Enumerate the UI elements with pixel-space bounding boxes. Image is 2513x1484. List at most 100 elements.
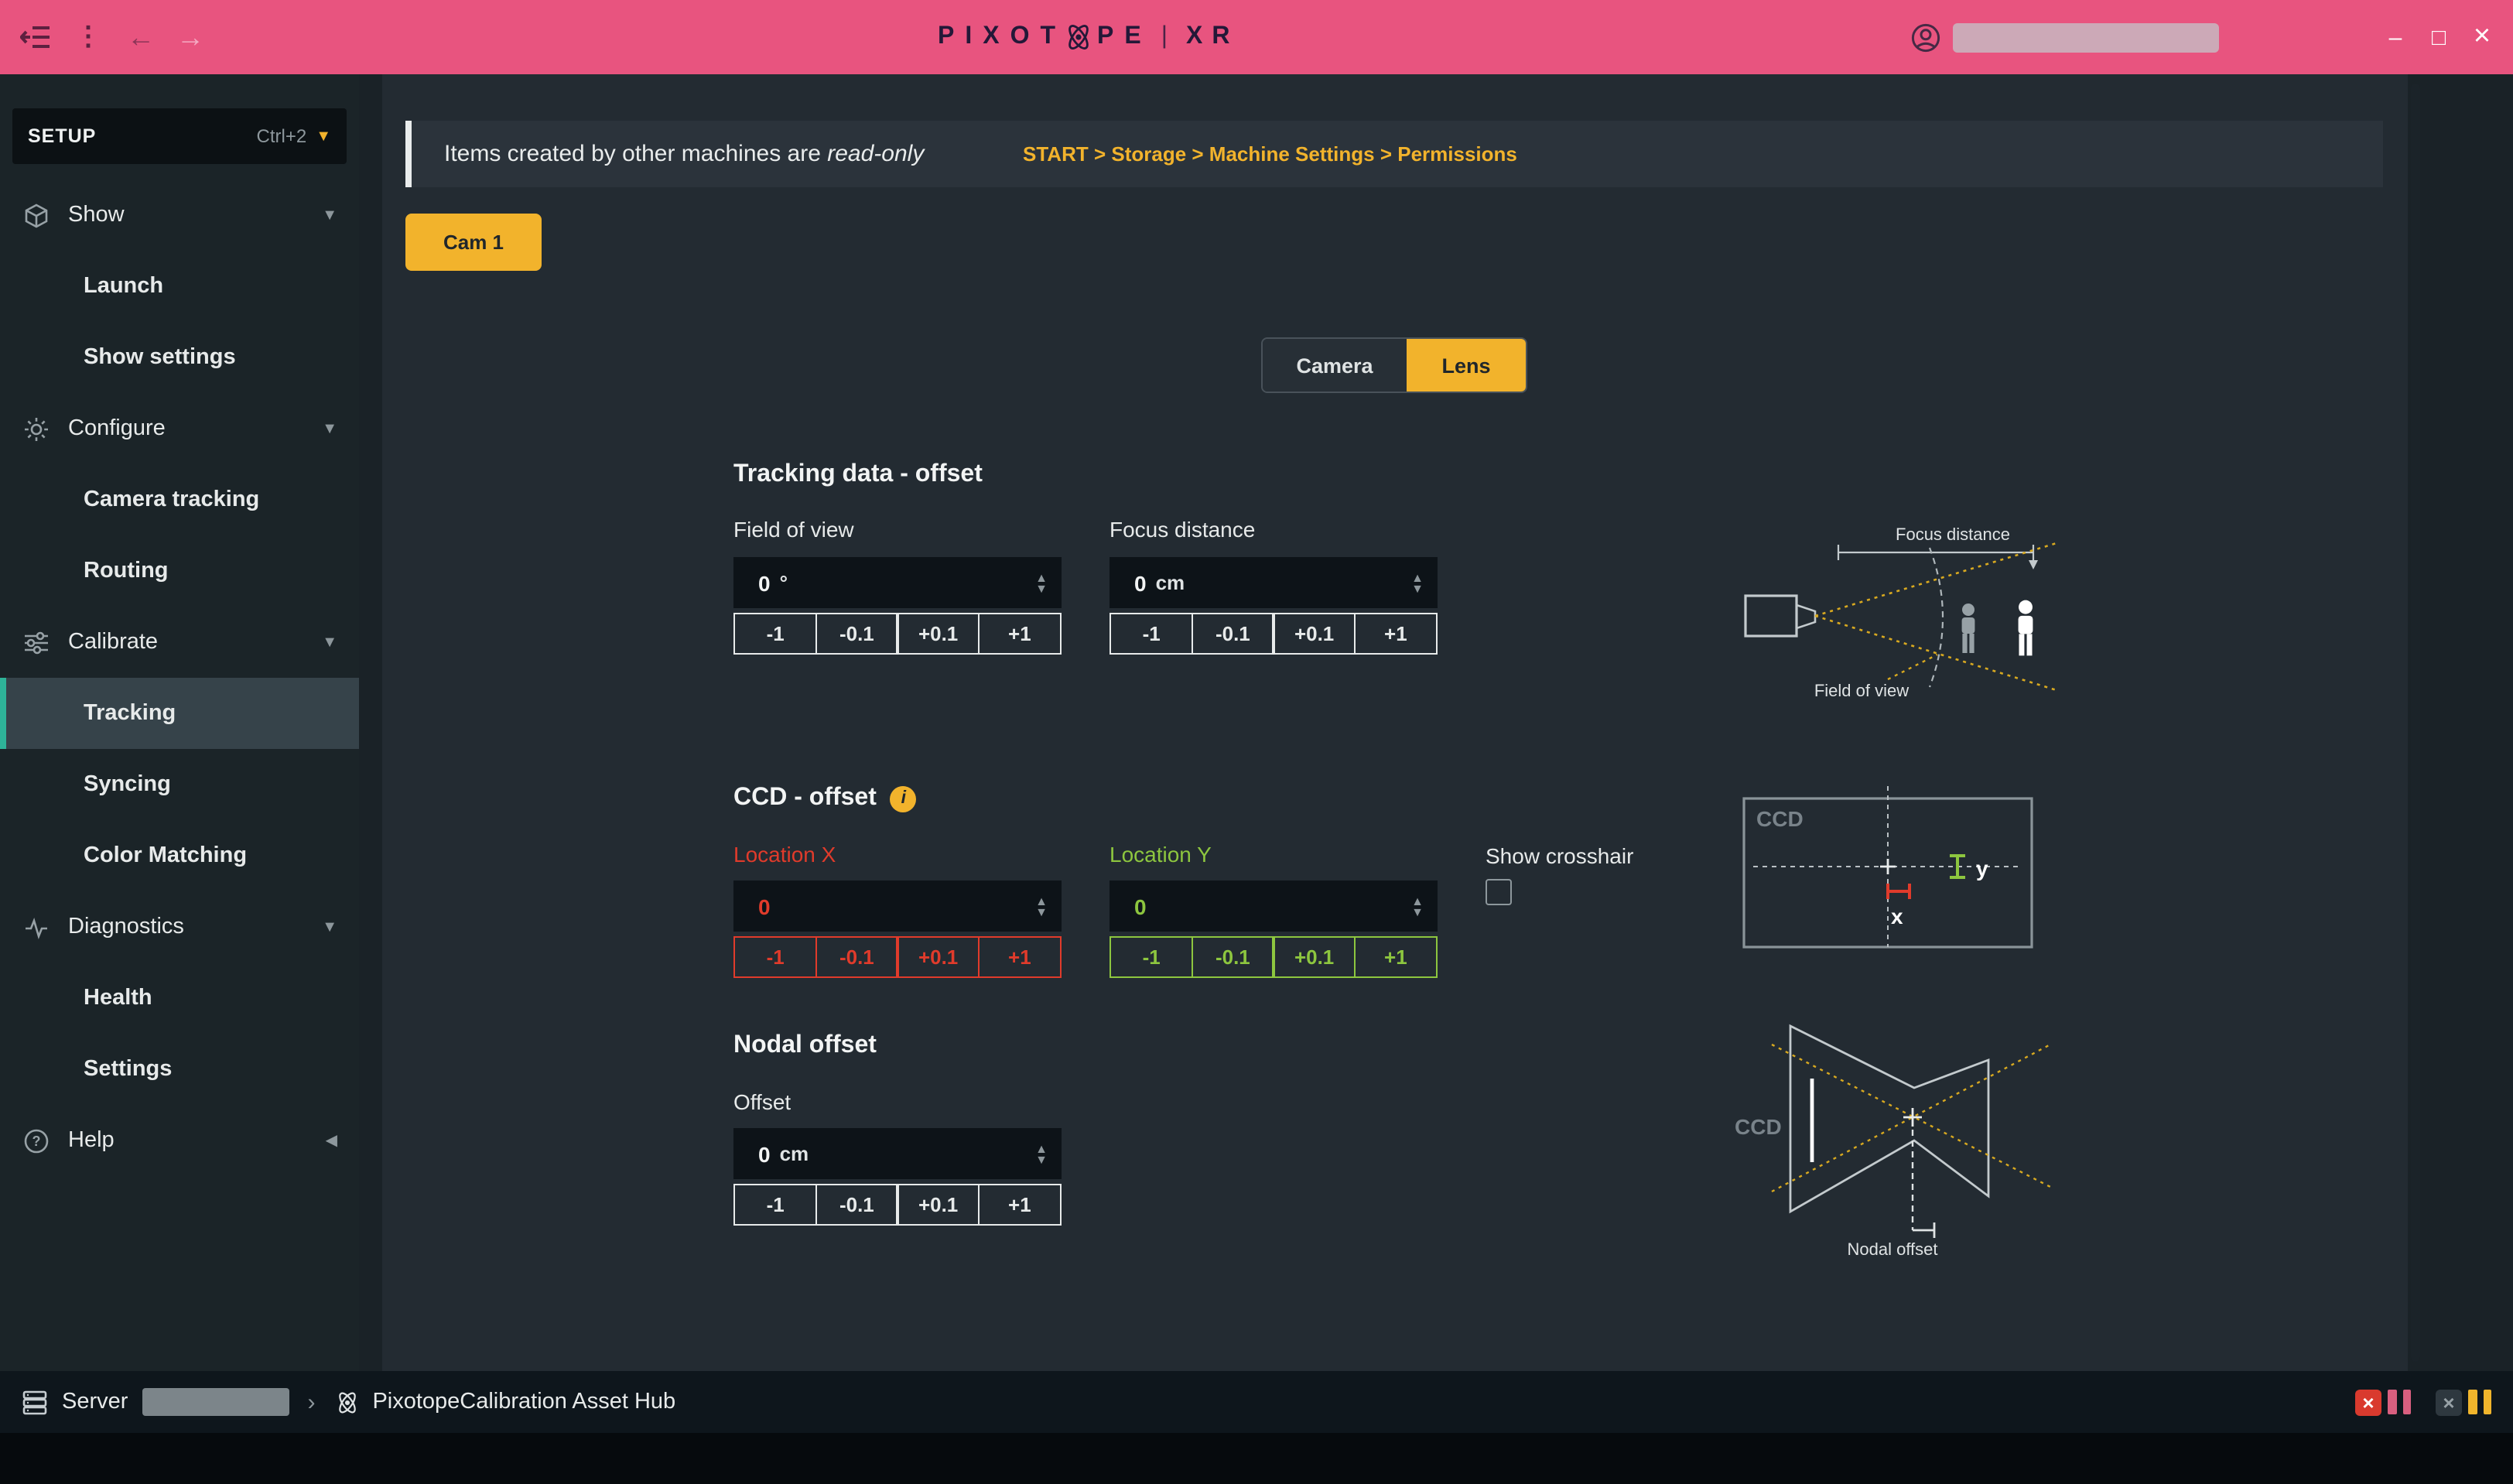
- person-white-icon: [2019, 600, 2033, 656]
- tab-camera[interactable]: Camera: [1263, 339, 1407, 392]
- scrollbar[interactable]: [2411, 84, 2420, 1362]
- step-plus-01-button[interactable]: +0.1: [897, 936, 980, 978]
- sidebar-item-launch[interactable]: Launch: [0, 251, 359, 322]
- step-plus-01-button[interactable]: +0.1: [1273, 613, 1356, 655]
- chevron-down-icon: ▼: [316, 128, 331, 145]
- sidebar-item-configure[interactable]: Configure ▼: [0, 393, 359, 464]
- chevron-right-icon: ›: [307, 1389, 315, 1415]
- step-minus-01-button[interactable]: -0.1: [815, 613, 898, 655]
- sidebar-item-help[interactable]: ? Help ◀: [0, 1105, 359, 1176]
- step-minus-1-button[interactable]: -1: [733, 613, 817, 655]
- show-icon: [22, 201, 50, 229]
- sidebar-collapse-icon[interactable]: [12, 0, 59, 74]
- window-controls: – □ ×: [2374, 0, 2504, 74]
- show-crosshair-checkbox[interactable]: [1486, 879, 1512, 905]
- forward-arrow-icon[interactable]: →: [167, 0, 214, 74]
- minimize-button[interactable]: –: [2374, 0, 2417, 74]
- location-x-input[interactable]: 0 ▲▼: [733, 880, 1062, 932]
- focus-distance-value: 0: [1134, 570, 1147, 595]
- step-minus-01-button[interactable]: -0.1: [1191, 613, 1274, 655]
- spinner[interactable]: ▲▼: [1035, 895, 1048, 917]
- asset-hub-label[interactable]: PixotopeCalibration Asset Hub: [372, 1390, 675, 1414]
- logo-text-right: PE: [1097, 23, 1152, 51]
- location-y-input[interactable]: 0 ▲▼: [1109, 880, 1438, 932]
- breadcrumb[interactable]: START > Storage > Machine Settings > Per…: [1023, 142, 1517, 166]
- user-icon: [1911, 22, 1940, 52]
- nodal-offset-value: 0: [758, 1141, 771, 1166]
- spinner[interactable]: ▲▼: [1411, 572, 1424, 593]
- engine-stopped-icon-2[interactable]: ×: [2436, 1389, 2462, 1415]
- tab-lens[interactable]: Lens: [1407, 339, 1526, 392]
- cam1-button[interactable]: Cam 1: [405, 214, 542, 271]
- sidebar-item-label: Camera tracking: [84, 487, 259, 512]
- sidebar-item-routing[interactable]: Routing: [0, 535, 359, 607]
- window-bottom-edge: [0, 1433, 2513, 1484]
- step-plus-1-button[interactable]: +1: [1354, 936, 1438, 978]
- gear-icon: [22, 415, 50, 443]
- close-button[interactable]: ×: [2460, 0, 2504, 74]
- step-plus-1-button[interactable]: +1: [978, 613, 1062, 655]
- step-minus-1-button[interactable]: -1: [1109, 936, 1193, 978]
- step-minus-1-button[interactable]: -1: [733, 936, 817, 978]
- sidebar-item-label: Settings: [84, 1057, 172, 1082]
- atom-icon: [333, 1389, 360, 1415]
- spinner[interactable]: ▲▼: [1035, 572, 1048, 593]
- logo-text-left: PIXOT: [938, 23, 1066, 51]
- back-arrow-icon[interactable]: ←: [118, 0, 164, 74]
- sidebar-item-settings[interactable]: Settings: [0, 1034, 359, 1105]
- setup-mode-selector[interactable]: SETUP Ctrl+2 ▼: [12, 108, 347, 164]
- engine-stopped-icon[interactable]: ×: [2355, 1389, 2381, 1415]
- location-y-label: Location Y: [1109, 842, 1212, 867]
- main-area: Items created by other machines are read…: [359, 74, 2513, 1371]
- sidebar-item-health[interactable]: Health: [0, 963, 359, 1034]
- sidebar-item-tracking[interactable]: Tracking: [0, 678, 359, 749]
- maximize-button[interactable]: □: [2417, 0, 2460, 74]
- ccd-diagram-label: CCD: [1756, 807, 1804, 831]
- sidebar-item-show[interactable]: Show ▼: [0, 180, 359, 251]
- title-bar: ⋮ ← → PIXOT PE | XR – □ ×: [0, 0, 2513, 74]
- server-name-redacted: [142, 1388, 289, 1416]
- step-plus-01-button[interactable]: +0.1: [1273, 936, 1356, 978]
- step-plus-1-button[interactable]: +1: [978, 1184, 1062, 1226]
- sidebar-item-color-matching[interactable]: Color Matching: [0, 820, 359, 891]
- x-axis-label: x: [1891, 904, 1903, 928]
- pixotope-window: ⋮ ← → PIXOT PE | XR – □ ×: [0, 0, 2513, 1484]
- nodal-offset-steppers: -1 -0.1 +0.1 +1: [733, 1184, 1062, 1226]
- status-bar-pink-2: [2402, 1390, 2411, 1414]
- step-minus-1-button[interactable]: -1: [1109, 613, 1193, 655]
- server-label[interactable]: Server: [62, 1390, 128, 1414]
- step-minus-01-button[interactable]: -0.1: [815, 936, 898, 978]
- step-plus-1-button[interactable]: +1: [1354, 613, 1438, 655]
- step-plus-1-button[interactable]: +1: [978, 936, 1062, 978]
- sidebar-item-camera-tracking[interactable]: Camera tracking: [0, 464, 359, 535]
- user-account[interactable]: [1911, 0, 2219, 74]
- chevron-down-icon: ▼: [322, 634, 337, 651]
- y-axis-label: y: [1976, 857, 1988, 880]
- focus-distance-unit: cm: [1156, 571, 1185, 594]
- diagnostics-icon: [22, 913, 50, 941]
- step-minus-01-button[interactable]: -0.1: [1191, 936, 1274, 978]
- status-bar-gold-2: [2483, 1390, 2491, 1414]
- camera-lens-toggle: Camera Lens: [1261, 337, 1527, 393]
- nodal-offset-diagram: CCD Nodal offset: [1725, 1014, 2066, 1269]
- spinner[interactable]: ▲▼: [1411, 895, 1424, 917]
- sidebar-item-label: Health: [84, 986, 152, 1010]
- info-icon[interactable]: i: [891, 785, 917, 812]
- readonly-notification: Items created by other machines are read…: [405, 121, 2383, 187]
- sidebar-item-show-settings[interactable]: Show settings: [0, 322, 359, 393]
- sidebar: SETUP Ctrl+2 ▼ Show ▼ Launch Show settin…: [0, 74, 359, 1371]
- step-minus-1-button[interactable]: -1: [733, 1184, 817, 1226]
- field-of-view-input[interactable]: 0 ° ▲▼: [733, 557, 1062, 608]
- sidebar-item-syncing[interactable]: Syncing: [0, 749, 359, 820]
- product-name: XR: [1186, 23, 1239, 51]
- step-minus-01-button[interactable]: -0.1: [815, 1184, 898, 1226]
- step-plus-01-button[interactable]: +0.1: [897, 1184, 980, 1226]
- step-plus-01-button[interactable]: +0.1: [897, 613, 980, 655]
- spinner[interactable]: ▲▼: [1035, 1143, 1048, 1164]
- focus-distance-input[interactable]: 0 cm ▲▼: [1109, 557, 1438, 608]
- sidebar-item-calibrate[interactable]: Calibrate ▼: [0, 607, 359, 678]
- nodal-offset-input[interactable]: 0 cm ▲▼: [733, 1128, 1062, 1179]
- sidebar-item-diagnostics[interactable]: Diagnostics ▼: [0, 891, 359, 963]
- svg-text:?: ?: [32, 1133, 40, 1148]
- overflow-menu-icon[interactable]: ⋮: [65, 0, 111, 74]
